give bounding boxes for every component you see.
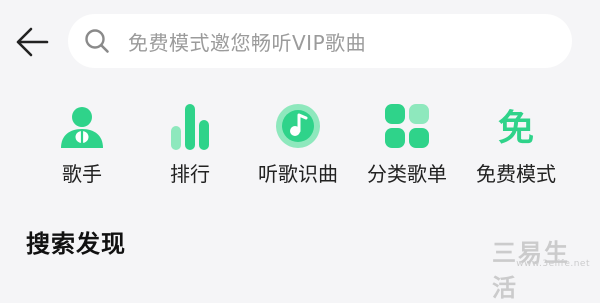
free-mode-icon: 免 [492,102,540,150]
singer-icon [58,102,106,150]
watermark-url: www.3elife.net [516,259,590,269]
search-placeholder: 免费模式邀您畅听VIP歌曲 [128,30,367,55]
quick-actions: 歌手 排行 听歌识曲 分类歌单 免 免费模式 [0,100,600,192]
quick-action-label: 分类歌单 [367,162,447,186]
chart-bars-icon [166,102,214,150]
quick-action-label: 歌手 [62,162,102,186]
quick-action-singer[interactable]: 歌手 [32,100,132,192]
back-button[interactable] [10,22,54,62]
search-input[interactable]: 免费模式邀您畅听VIP歌曲 [68,14,572,68]
quick-action-free-mode[interactable]: 免 免费模式 [466,100,566,192]
watermark: 三易生活 www.3elife.net [492,233,592,302]
search-icon [84,28,110,54]
quick-action-chart[interactable]: 排行 [140,100,240,192]
music-recognition-icon [274,102,322,150]
quick-action-music-recognition[interactable]: 听歌识曲 [248,100,348,192]
section-title: 搜索发现 [26,230,126,258]
category-grid-icon [383,102,431,150]
svg-text:免: 免 [498,108,534,149]
arrow-left-icon [16,27,49,57]
quick-action-label: 免费模式 [476,162,556,186]
quick-action-category-playlist[interactable]: 分类歌单 [357,100,457,192]
quick-action-label: 排行 [170,162,210,186]
quick-action-label: 听歌识曲 [258,162,338,186]
